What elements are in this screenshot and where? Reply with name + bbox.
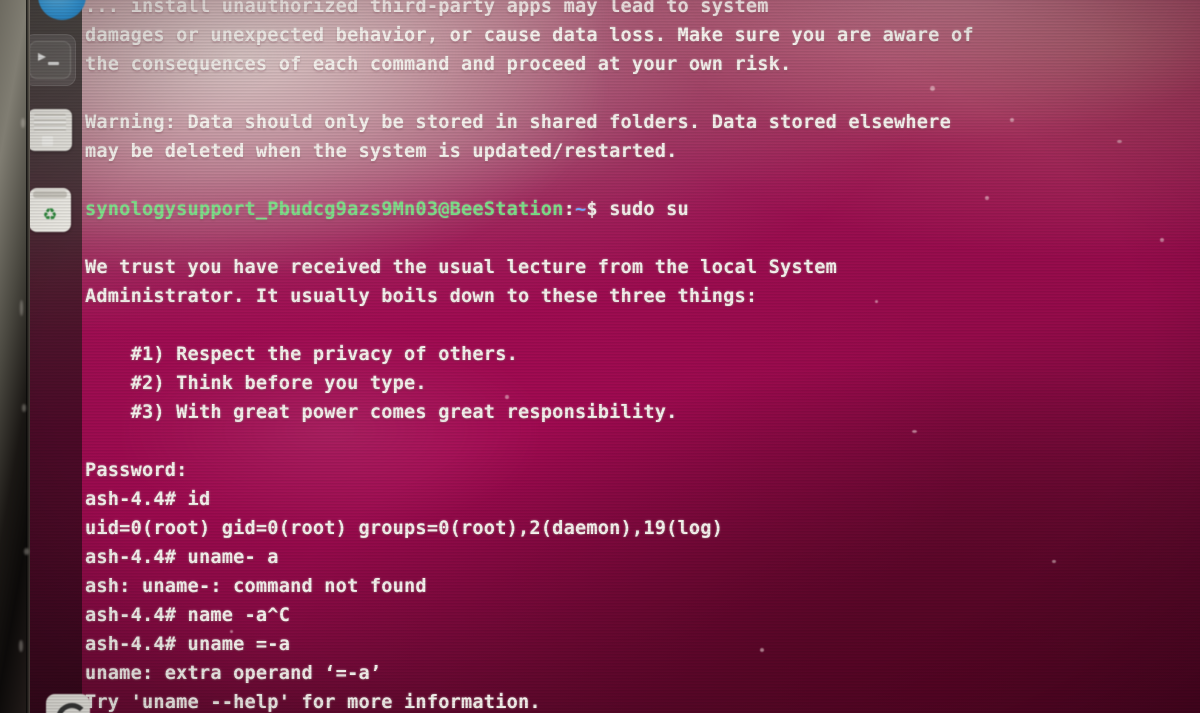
- blue-circle-icon[interactable]: [38, 0, 86, 20]
- terminal-line: the consequences of each command and pro…: [85, 54, 792, 75]
- bezel-scuff: [20, 300, 23, 316]
- monitor-bezel-edge: [26, 0, 30, 713]
- trash-recycle-icon: ♻: [29, 188, 71, 232]
- dock-item-terminal[interactable]: [24, 34, 76, 86]
- terminal-line: #1) Respect the privacy of others.: [85, 344, 518, 365]
- terminal-line: Password:: [85, 460, 188, 481]
- prompt-path: ~: [574, 199, 587, 220]
- prompt-separator: :: [563, 199, 575, 220]
- terminal-text-viewport: ... install unauthorized third-party app…: [0, 0, 1200, 713]
- terminal-line: Warning: Data should only be stored in s…: [85, 112, 951, 133]
- terminal-line: damages or unexpected behavior, or cause…: [85, 25, 974, 46]
- prompt-command: sudo su: [597, 199, 689, 220]
- circle-partial-icon[interactable]: [46, 694, 90, 713]
- bezel-scuff: [19, 640, 23, 652]
- prompt-user-host: synologysupport_Pbudcg9azs9Mn03@BeeStati…: [85, 199, 564, 220]
- terminal-line: Try 'uname --help' for more information.: [85, 692, 541, 713]
- recycle-glyph: ♻: [43, 201, 57, 226]
- terminal-icon: [29, 41, 71, 79]
- terminal-line: ash-4.4# id: [85, 489, 211, 510]
- terminal-line: #3) With great power comes great respons…: [85, 402, 678, 423]
- terminal-line: ash-4.4# uname- a: [85, 547, 279, 568]
- floppy-disk-icon: [28, 109, 72, 151]
- terminal-output[interactable]: ... install unauthorized third-party app…: [85, 0, 1200, 713]
- terminal-line: Administrator. It usually boils down to …: [85, 286, 758, 307]
- terminal-line: ash-4.4# uname =-a: [85, 634, 291, 655]
- bezel-scuff: [22, 404, 26, 412]
- dock-item-files[interactable]: [24, 104, 76, 156]
- bezel-scuff: [21, 118, 25, 128]
- terminal-photo-screenshot: ... install unauthorized third-party app…: [0, 0, 1200, 713]
- terminal-line: ... install unauthorized third-party app…: [85, 0, 769, 17]
- prompt-sigil: $: [586, 199, 598, 220]
- terminal-line: uname: extra operand ‘=-a’: [85, 663, 382, 684]
- bezel-scuff: [24, 548, 29, 555]
- terminal-line: ash: uname-: command not found: [85, 576, 427, 597]
- terminal-line: #2) Think before you type.: [85, 373, 427, 394]
- terminal-line: may be deleted when the system is update…: [85, 141, 678, 162]
- terminal-line: uid=0(root) gid=0(root) groups=0(root),2…: [85, 518, 724, 539]
- terminal-prompt-line: synologysupport_Pbudcg9azs9Mn03@BeeStati…: [85, 195, 1200, 224]
- terminal-line: ash-4.4# name -a^C: [85, 605, 291, 626]
- dock-item-trash[interactable]: ♻: [24, 184, 76, 236]
- terminal-line: We trust you have received the usual lec…: [85, 257, 838, 278]
